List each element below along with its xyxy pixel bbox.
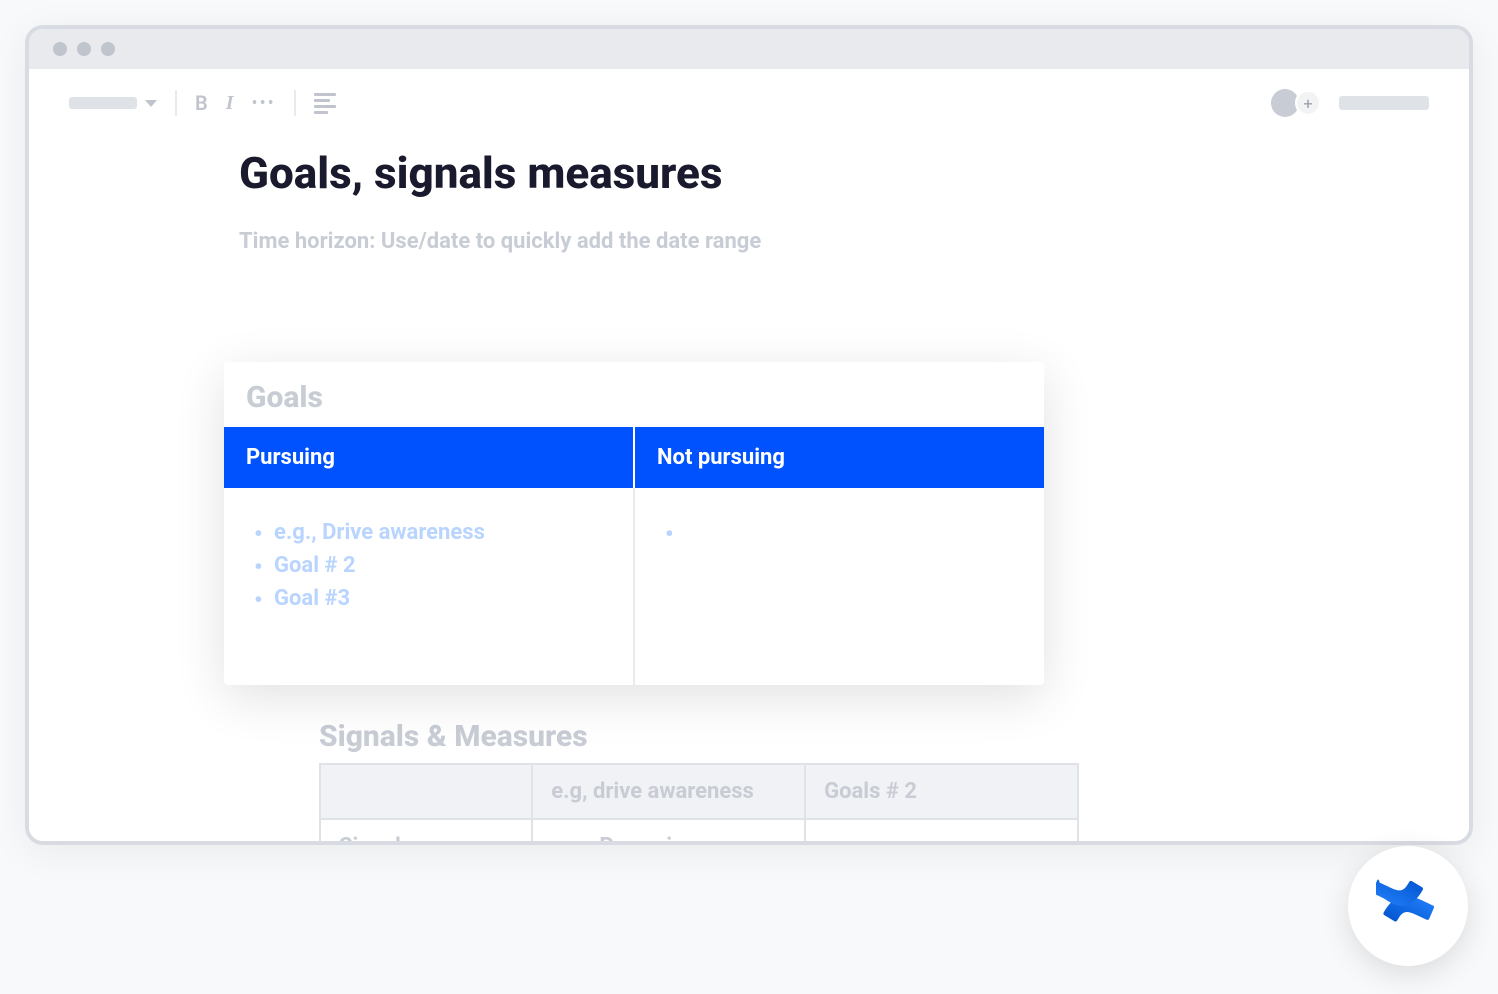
window-maximize-dot[interactable] [101, 42, 115, 56]
col-header-pursuing[interactable]: Pursuing [224, 427, 634, 488]
chevron-down-icon [145, 100, 157, 107]
signals-table-wrap: e.g, drive awareness Goals # 2 Signals: … [319, 763, 1079, 845]
text-style-select[interactable] [69, 97, 157, 109]
window-title-bar [29, 29, 1469, 69]
app-window: B I ••• + [25, 25, 1473, 845]
signals-header-empty[interactable] [320, 764, 532, 819]
confluence-badge[interactable] [1348, 846, 1468, 966]
collaborator-avatars: + [1271, 89, 1321, 117]
col-header-not-pursuing[interactable]: Not pursuing [634, 427, 1044, 488]
style-placeholder-bar [69, 97, 137, 109]
signals-row1-col1[interactable]: Signals: Brainstorming [320, 819, 532, 845]
toolbar-left-group: B I ••• [69, 90, 336, 116]
page-title[interactable]: Goals, signals measures [239, 147, 1259, 199]
format-group: B I ••• [195, 91, 276, 115]
signals-header-col3[interactable]: Goals # 2 [805, 764, 1078, 819]
pursuing-list: e.g., Drive awareness Goal # 2 Goal #3 [246, 516, 611, 615]
editor-toolbar: B I ••• + [29, 69, 1469, 137]
add-collaborator-button[interactable]: + [1295, 90, 1321, 116]
document-body[interactable]: Goals, signals measures Time horizon: Us… [29, 137, 1469, 254]
toolbar-right-group: + [1271, 89, 1429, 117]
toolbar-divider [294, 90, 296, 116]
window-minimize-dot[interactable] [77, 42, 91, 56]
confluence-icon [1376, 874, 1440, 938]
goals-card: Goals Pursuing Not pursuing e.g., Drive … [224, 362, 1044, 685]
signals-row1-col2[interactable]: e.g., Page views [532, 819, 805, 845]
not-pursuing-list [657, 516, 1022, 524]
italic-button[interactable]: I [226, 92, 234, 115]
more-format-button[interactable]: ••• [252, 93, 276, 114]
goals-heading[interactable]: Goals [224, 362, 1044, 427]
signals-heading[interactable]: Signals & Measures [319, 719, 588, 754]
signals-header-col2[interactable]: e.g, drive awareness [532, 764, 805, 819]
list-item-empty[interactable] [657, 516, 1022, 524]
signals-table: e.g, drive awareness Goals # 2 Signals: … [319, 763, 1079, 845]
content-area: B I ••• + [29, 69, 1469, 841]
action-placeholder-bar[interactable] [1339, 96, 1429, 110]
pursuing-cell[interactable]: e.g., Drive awareness Goal # 2 Goal #3 [224, 488, 634, 685]
toolbar-divider [175, 90, 177, 116]
goals-table: Pursuing Not pursuing e.g., Drive awaren… [224, 427, 1044, 685]
list-item[interactable]: Goal # 2 [246, 549, 611, 582]
list-item[interactable]: Goal #3 [246, 582, 611, 615]
signals-row1-col3[interactable] [805, 819, 1078, 845]
list-item[interactable]: e.g., Drive awareness [246, 516, 611, 549]
window-close-dot[interactable] [53, 42, 67, 56]
time-horizon-text[interactable]: Time horizon: Use/date to quickly add th… [239, 229, 1259, 254]
bold-button[interactable]: B [195, 91, 208, 115]
not-pursuing-cell[interactable] [634, 488, 1044, 685]
align-left-icon[interactable] [314, 93, 336, 114]
